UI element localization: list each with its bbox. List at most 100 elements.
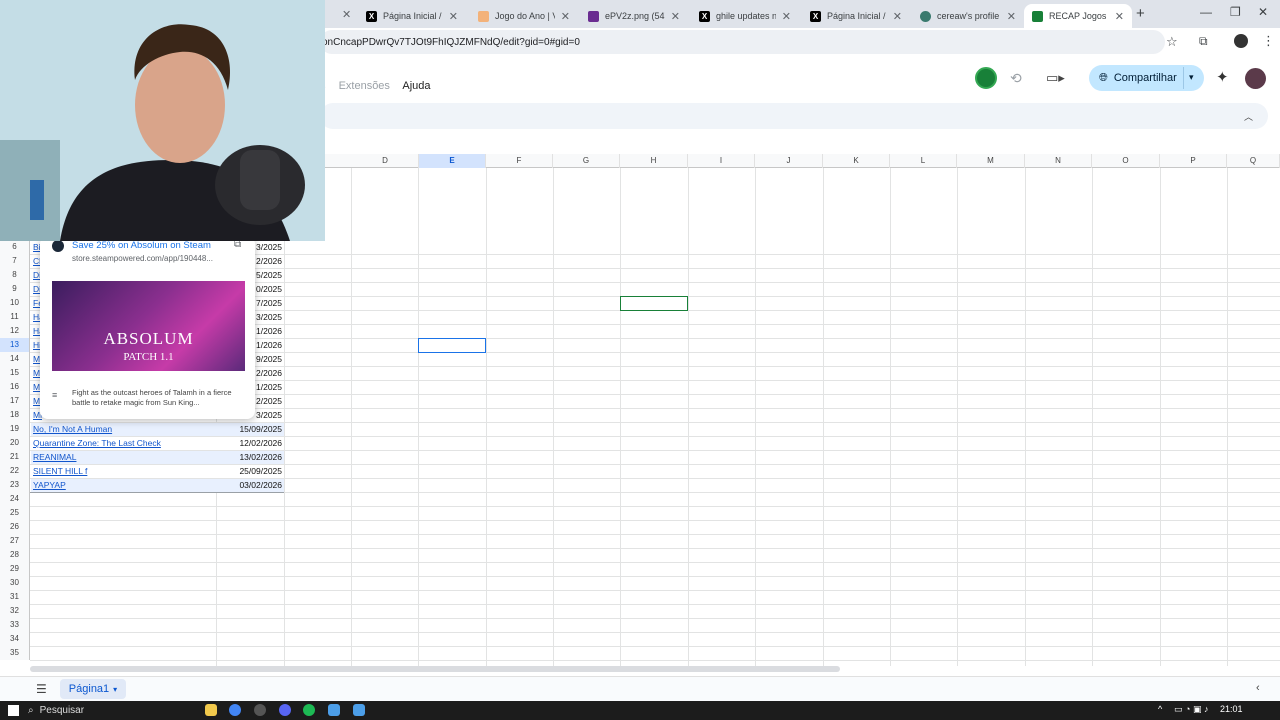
row-header[interactable]: 12	[0, 324, 30, 338]
game-title-link[interactable]: SILENT HILL f	[33, 464, 87, 478]
row-header[interactable]: 35	[0, 646, 30, 660]
release-date-cell[interactable]: 12/02/2026	[217, 436, 282, 450]
scroll-left-icon[interactable]: ‹	[1256, 682, 1260, 694]
active-cell-e13[interactable]	[418, 338, 486, 353]
app-icon[interactable]	[328, 704, 340, 716]
row-header[interactable]: 10	[0, 296, 30, 310]
row-header[interactable]: 17	[0, 394, 30, 408]
close-icon[interactable]: ✕	[782, 10, 791, 23]
column-header-i[interactable]: I	[688, 154, 755, 168]
discord-icon[interactable]	[279, 704, 291, 716]
sheets-status-icon[interactable]	[975, 67, 997, 89]
restore-icon[interactable]: ❐	[1230, 5, 1241, 19]
row-header[interactable]: 14	[0, 352, 30, 366]
row-header[interactable]: 22	[0, 464, 30, 478]
close-icon[interactable]: ✕	[561, 10, 570, 23]
row-header[interactable]: 29	[0, 562, 30, 576]
tray-chevron-icon[interactable]: ^	[1158, 704, 1162, 714]
row-header[interactable]: 18	[0, 408, 30, 422]
window-close-icon[interactable]: ✕	[1258, 5, 1268, 19]
minimize-icon[interactable]: —	[1200, 5, 1212, 19]
row-header[interactable]: 13	[0, 338, 30, 352]
close-icon[interactable]: ✕	[1115, 10, 1124, 23]
formula-bar[interactable]	[320, 103, 1268, 129]
row-header[interactable]: 25	[0, 506, 30, 520]
row-header[interactable]: 19	[0, 422, 30, 436]
row-header[interactable]: 27	[0, 534, 30, 548]
share-button[interactable]: 🌐︎ Compartilhar	[1089, 65, 1204, 91]
close-icon[interactable]: ✕	[671, 10, 680, 23]
taskbar-clock[interactable]: 21:01	[1220, 704, 1243, 714]
bookmark-star-icon[interactable]: ☆	[1166, 34, 1178, 50]
tray-icons[interactable]: ▭ ◔ ▣ ♪	[1174, 704, 1208, 715]
close-icon[interactable]: ✕	[893, 10, 902, 23]
windows-start-icon[interactable]	[8, 705, 19, 716]
profile-avatar-icon[interactable]	[1234, 34, 1248, 48]
tab-jogo-do-ano[interactable]: Jogo do Ano | Ver ✕	[470, 4, 578, 28]
row-header[interactable]: 31	[0, 590, 30, 604]
row-header[interactable]: 24	[0, 492, 30, 506]
game-title-link[interactable]: No, I'm Not A Human	[33, 422, 112, 436]
close-icon[interactable]: ✕	[449, 10, 458, 23]
row-header[interactable]: 32	[0, 604, 30, 618]
row-header[interactable]: 8	[0, 268, 30, 282]
column-header-g[interactable]: G	[553, 154, 620, 168]
release-date-cell[interactable]: 03/02/2026	[217, 478, 282, 492]
tab-close-icon[interactable]: ✕	[342, 8, 351, 21]
row-header[interactable]: 16	[0, 380, 30, 394]
row-header[interactable]: 34	[0, 632, 30, 646]
column-header-e[interactable]: E	[419, 154, 486, 168]
column-header-f[interactable]: F	[486, 154, 553, 168]
new-tab-icon[interactable]: +	[1136, 5, 1145, 22]
release-date-cell[interactable]: 25/09/2025	[217, 464, 282, 478]
row-header[interactable]: 11	[0, 310, 30, 324]
column-header-k[interactable]: K	[823, 154, 890, 168]
column-header-j[interactable]: J	[755, 154, 823, 168]
selected-cell-h10[interactable]	[620, 296, 688, 311]
tab-pagina-inicial-x-1[interactable]: X Página Inicial / X ✕	[358, 4, 466, 28]
tab-epv2z-png[interactable]: ePV2z.png (547× ✕	[580, 4, 688, 28]
url-text[interactable]: onCncapPDwrQv7TJOt9FhIQJZMFNdQ/edit?gid=…	[322, 37, 580, 48]
collapse-chevron-icon[interactable]: ︿	[1244, 110, 1253, 123]
tab-pagina-inicial-x-2[interactable]: X Página Inicial / X ✕	[802, 4, 910, 28]
tab-recap-jogos[interactable]: RECAP Jogos 202 ✕	[1024, 4, 1132, 28]
share-dropdown-icon[interactable]: ▾	[1189, 72, 1194, 83]
meet-video-icon[interactable]: ▭▸	[1046, 70, 1065, 86]
preview-title[interactable]: Save 25% on Absolum on Steam	[72, 240, 211, 251]
browser-menu-icon[interactable]: ⋮	[1262, 33, 1275, 49]
obs-icon[interactable]	[254, 704, 266, 716]
column-header-l[interactable]: L	[890, 154, 957, 168]
row-header[interactable]: 28	[0, 548, 30, 562]
file-explorer-icon[interactable]	[205, 704, 217, 716]
column-header-h[interactable]: H	[620, 154, 688, 168]
column-header-o[interactable]: O	[1092, 154, 1160, 168]
account-avatar[interactable]	[1245, 68, 1266, 89]
tab-ghile-updates[interactable]: X ghile updates no ✕	[691, 4, 799, 28]
row-header[interactable]: 20	[0, 436, 30, 450]
row-header[interactable]: 26	[0, 520, 30, 534]
release-date-cell[interactable]: 15/09/2025	[217, 422, 282, 436]
row-header[interactable]: 30	[0, 576, 30, 590]
sheet-tab-pagina1[interactable]: Página1 ▾	[60, 679, 126, 699]
row-header[interactable]: 6	[0, 240, 30, 254]
link-preview-card[interactable]: Save 25% on Absolum on Steam ⧉ store.ste…	[40, 236, 255, 419]
close-icon[interactable]: ✕	[1007, 10, 1016, 23]
column-header-d[interactable]: D	[352, 154, 419, 168]
taskbar-search[interactable]: ⌕ Pesquisar	[28, 702, 168, 719]
menu-item-extensoes[interactable]: Extensões	[339, 80, 390, 92]
row-header[interactable]: 33	[0, 618, 30, 632]
row-header[interactable]: 23	[0, 478, 30, 492]
extensions-icon[interactable]: ⧉	[1199, 34, 1208, 49]
column-header-q[interactable]: Q	[1227, 154, 1280, 168]
app-icon[interactable]	[353, 704, 365, 716]
spotify-icon[interactable]	[303, 704, 315, 716]
row-header[interactable]: 21	[0, 450, 30, 464]
horizontal-scrollbar[interactable]	[30, 666, 840, 672]
row-header[interactable]: 15	[0, 366, 30, 380]
game-title-link[interactable]: Quarantine Zone: The Last Check	[33, 436, 161, 450]
row-header[interactable]: 9	[0, 282, 30, 296]
column-header-m[interactable]: M	[957, 154, 1025, 168]
column-header-p[interactable]: P	[1160, 154, 1227, 168]
tab-cereaw-profile[interactable]: cereaw's profile - ✕	[912, 4, 1024, 28]
history-icon[interactable]: ⟲	[1010, 70, 1022, 87]
